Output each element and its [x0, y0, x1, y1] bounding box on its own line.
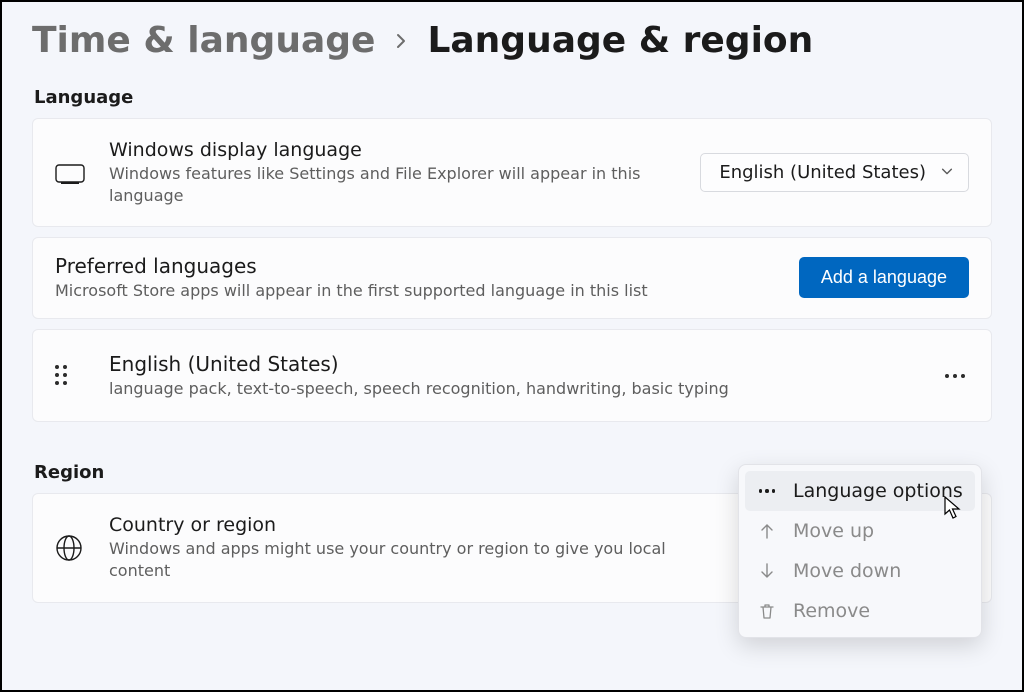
chevron-right-icon	[393, 27, 409, 55]
menu-item-move-down: Move down	[745, 551, 975, 591]
display-icon	[55, 162, 109, 184]
display-language-selected: English (United States)	[719, 162, 926, 183]
breadcrumb-parent[interactable]: Time & language	[32, 20, 375, 61]
section-heading-language: Language	[34, 87, 992, 108]
breadcrumb: Time & language Language & region	[32, 20, 992, 61]
display-language-desc: Windows features like Settings and File …	[109, 163, 669, 206]
preferred-languages-desc: Microsoft Store apps will appear in the …	[55, 280, 695, 302]
menu-item-remove: Remove	[745, 591, 975, 631]
display-language-dropdown[interactable]: English (United States)	[700, 153, 969, 192]
preferred-languages-title: Preferred languages	[55, 254, 799, 278]
language-item-english-us[interactable]: English (United States) language pack, t…	[32, 329, 992, 423]
language-item-features: language pack, text-to-speech, speech re…	[109, 378, 829, 400]
arrow-up-icon	[757, 521, 777, 541]
add-language-button[interactable]: Add a language	[799, 257, 969, 298]
country-region-desc: Windows and apps might use your country …	[109, 538, 669, 581]
drag-handle-icon[interactable]	[55, 365, 73, 387]
language-item-name: English (United States)	[109, 352, 941, 376]
settings-window: Time & language Language & region Langua…	[0, 0, 1024, 692]
language-item-context-menu: Language options Move up Move down Remov…	[738, 464, 982, 638]
preferred-languages-card: Preferred languages Microsoft Store apps…	[32, 237, 992, 319]
windows-display-language-card: Windows display language Windows feature…	[32, 118, 992, 227]
trash-icon	[757, 601, 777, 621]
arrow-down-icon	[757, 561, 777, 581]
chevron-down-icon	[940, 162, 954, 183]
globe-icon	[55, 534, 109, 562]
menu-item-move-up: Move up	[745, 511, 975, 551]
menu-item-language-options[interactable]: Language options	[745, 471, 975, 511]
breadcrumb-current: Language & region	[427, 20, 813, 61]
ellipsis-icon	[757, 489, 777, 493]
more-options-button[interactable]	[941, 374, 969, 378]
display-language-title: Windows display language	[109, 139, 700, 161]
